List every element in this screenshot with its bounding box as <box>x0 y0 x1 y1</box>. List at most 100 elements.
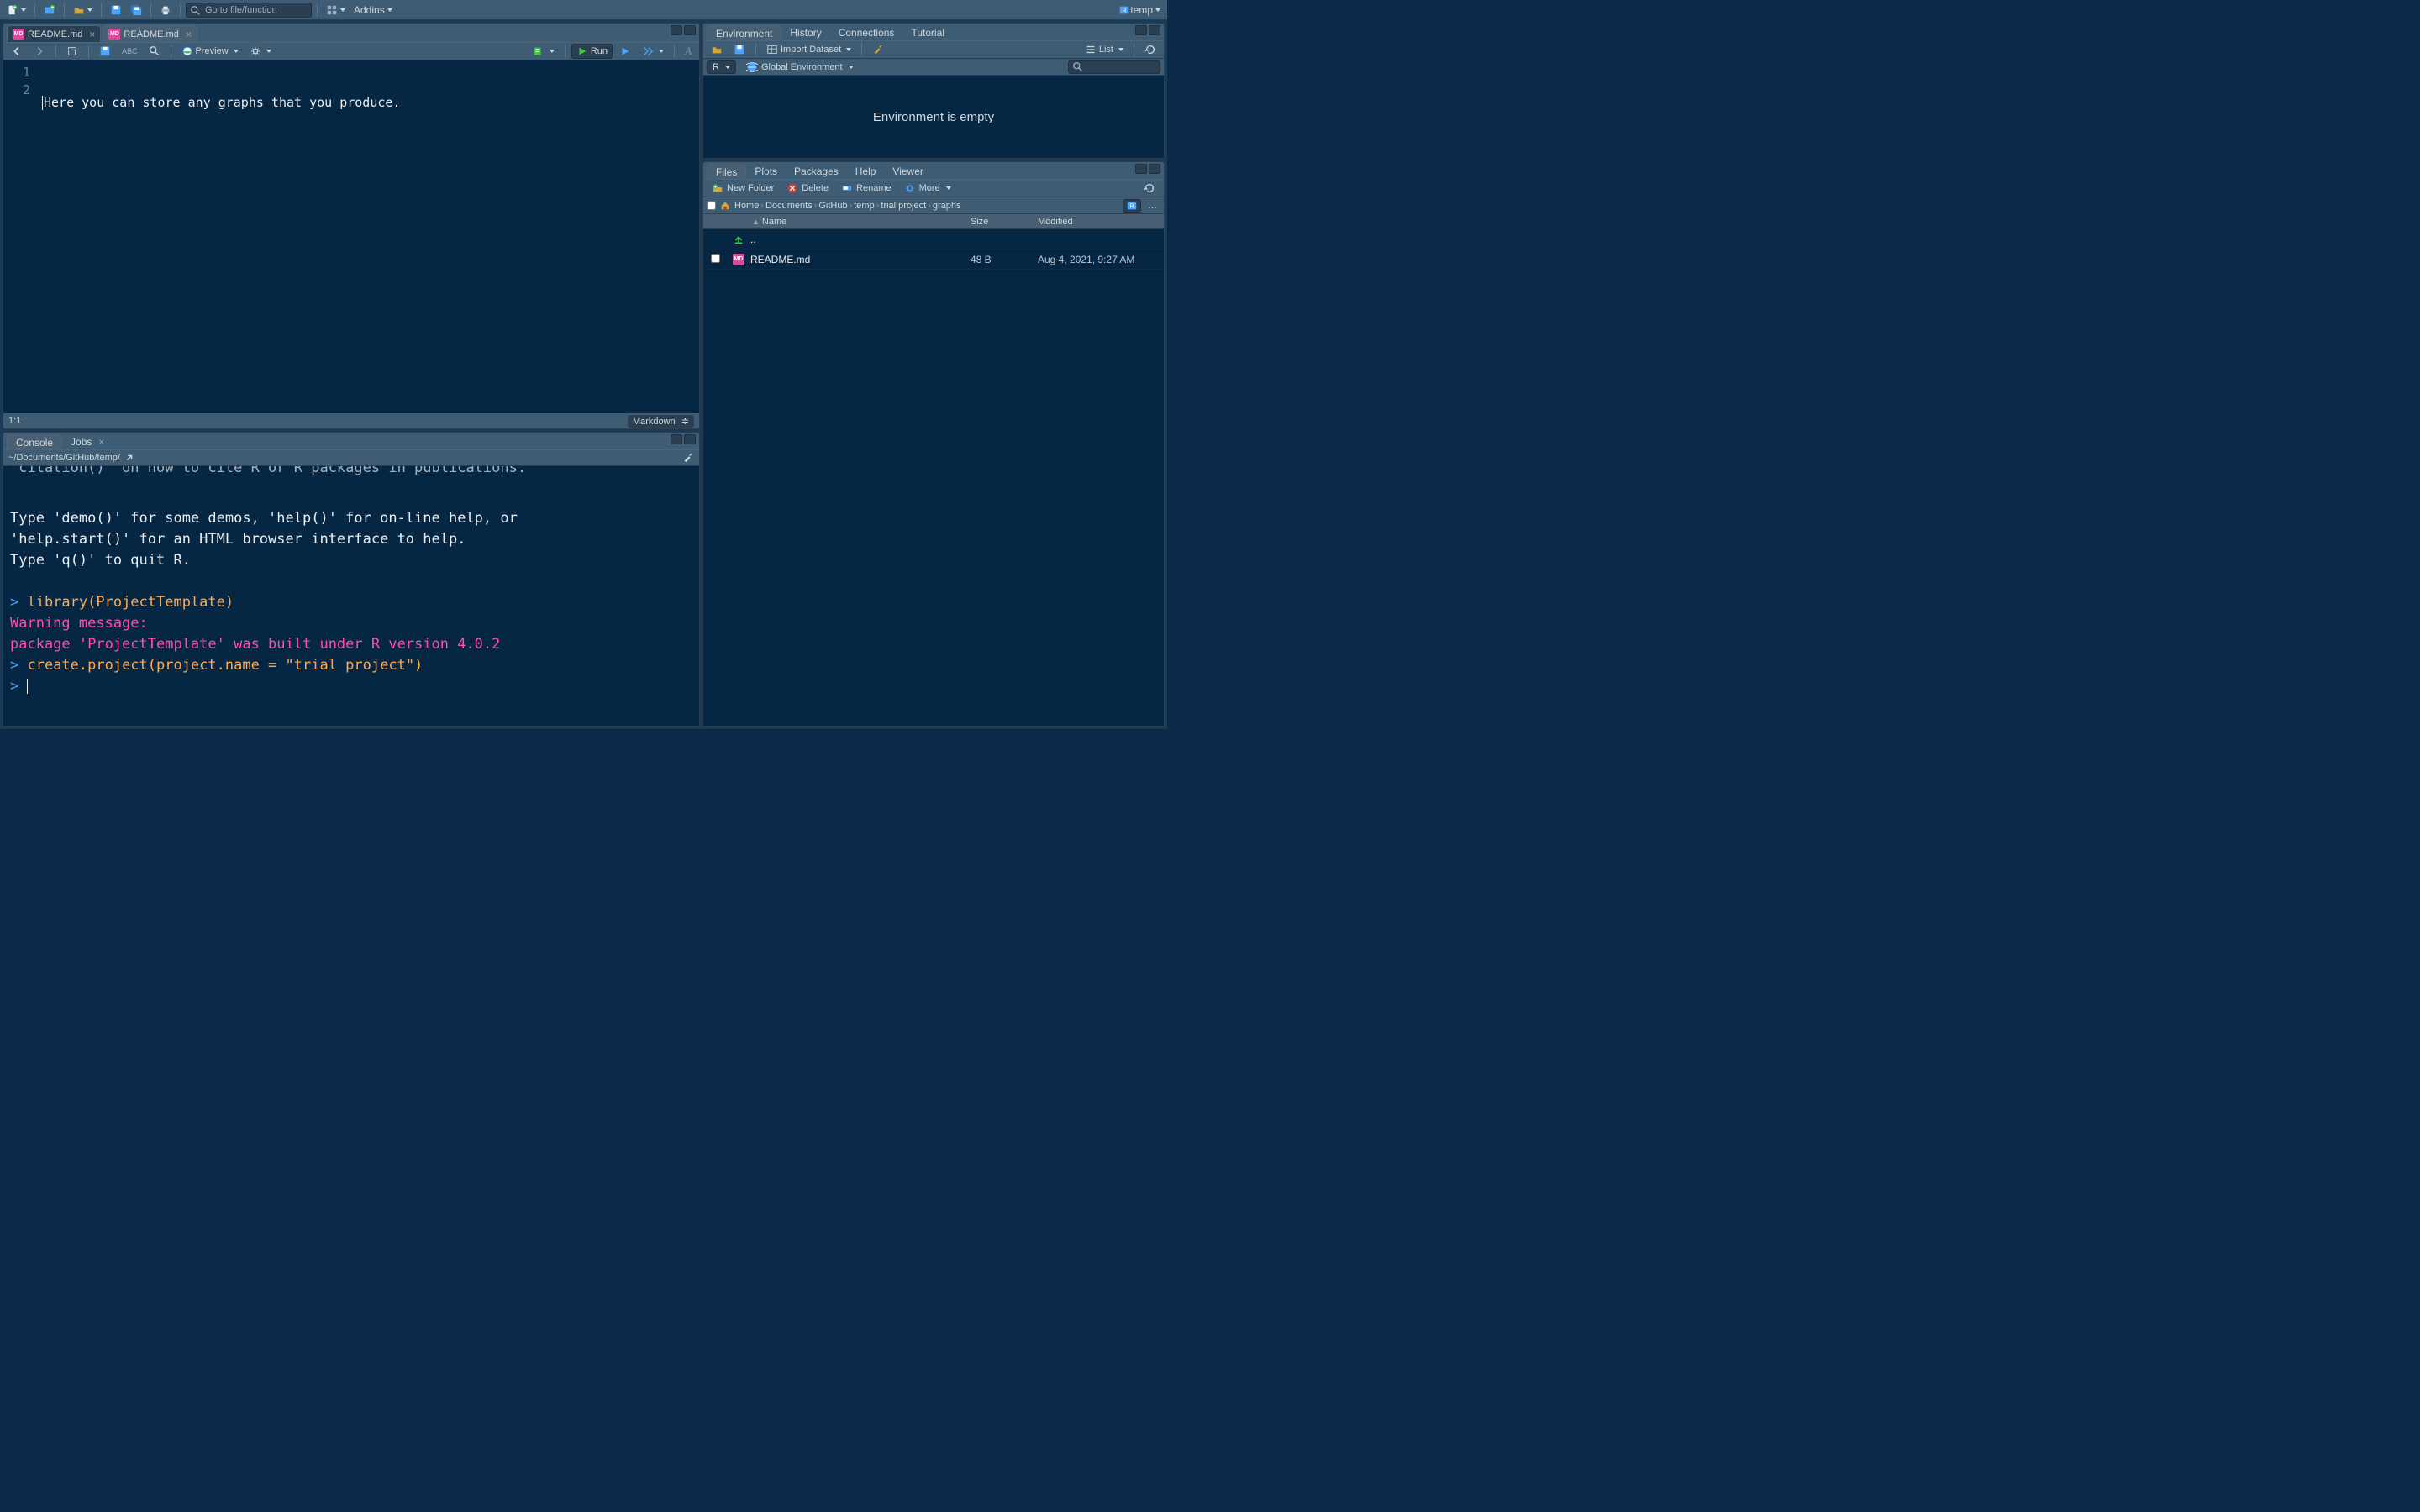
delete-icon <box>786 182 798 194</box>
table-icon <box>766 44 778 55</box>
nav-back-button[interactable] <box>7 44 27 59</box>
find-button[interactable] <box>145 44 165 59</box>
breadcrumb-seg[interactable]: GitHub <box>818 201 847 211</box>
pane-max-button[interactable] <box>1149 164 1160 174</box>
close-tab-icon[interactable]: × <box>186 29 192 40</box>
import-dataset-button[interactable]: Import Dataset <box>762 42 855 57</box>
pane-max-button[interactable] <box>684 434 696 444</box>
arrow-left-icon <box>11 45 23 57</box>
refresh-files-button[interactable] <box>1139 181 1160 196</box>
home-icon[interactable] <box>719 200 731 212</box>
preview-button[interactable]: Preview <box>177 44 243 59</box>
console-output[interactable]: 'citation()' on how to cite R or R packa… <box>3 466 699 726</box>
pane-min-button[interactable] <box>671 25 682 35</box>
show-in-new-button[interactable] <box>62 44 82 59</box>
tab-packages[interactable]: Packages <box>786 164 847 179</box>
language-selector[interactable]: Markdown ≑ <box>628 415 694 428</box>
source-tab-1[interactable]: MD README.md × <box>103 25 197 42</box>
save-source-button[interactable] <box>95 44 115 59</box>
refresh-icon <box>1144 44 1156 55</box>
code-area[interactable]: Here you can store any graphs that you p… <box>37 60 699 413</box>
editor[interactable]: 12 Here you can store any graphs that yo… <box>3 60 699 413</box>
file-checkbox[interactable] <box>711 254 720 263</box>
source-dropdown-button[interactable] <box>638 44 668 59</box>
outline-button[interactable]: A <box>681 44 696 59</box>
col-name[interactable]: ▲Name <box>750 217 971 227</box>
tab-connections[interactable]: Connections <box>830 25 903 40</box>
markdown-icon: MD <box>108 29 120 40</box>
new-file-button[interactable] <box>3 2 29 18</box>
print-button[interactable] <box>156 2 175 18</box>
files-more-button[interactable]: … <box>1144 198 1160 213</box>
save-all-button[interactable] <box>127 2 145 18</box>
rerun-icon <box>619 45 631 57</box>
file-row[interactable]: MDREADME.md48 BAug 4, 2021, 9:27 AM <box>703 249 1164 270</box>
project-menu[interactable]: R temp <box>1115 2 1164 18</box>
insert-chunk-button[interactable] <box>529 44 559 59</box>
rerun-button[interactable] <box>615 44 635 59</box>
new-folder-button[interactable]: New Folder <box>707 181 779 196</box>
file-name: .. <box>750 234 971 245</box>
source-tabs: MD README.md × MD README.md × <box>3 24 699 42</box>
breadcrumb-seg[interactable]: Documents <box>765 201 813 211</box>
tab-environment[interactable]: Environment <box>707 25 781 40</box>
save-workspace-button[interactable] <box>729 42 750 57</box>
rename-button[interactable]: Rename <box>836 181 897 196</box>
tab-history[interactable]: History <box>781 25 829 40</box>
select-all-checkbox[interactable] <box>707 201 716 210</box>
tab-plots[interactable]: Plots <box>746 164 786 179</box>
col-modified[interactable]: Modified <box>1038 217 1164 227</box>
knit-opts-button[interactable] <box>245 44 276 59</box>
more-button[interactable]: More <box>899 181 956 196</box>
tab-help[interactable]: Help <box>847 164 885 179</box>
env-search-input[interactable] <box>1068 60 1160 74</box>
pane-min-button[interactable] <box>671 434 682 444</box>
tab-console[interactable]: Console <box>7 434 62 449</box>
file-row-up[interactable]: .. <box>703 229 1164 249</box>
nav-fwd-button[interactable] <box>29 44 50 59</box>
clear-console-button[interactable] <box>682 452 694 464</box>
env-scope-select[interactable]: Global Environment <box>741 60 859 74</box>
spellcheck-button[interactable]: ABC <box>118 44 142 59</box>
clear-env-button[interactable] <box>868 42 888 57</box>
addins-menu[interactable]: Addins <box>350 2 396 18</box>
tab-tutorial[interactable]: Tutorial <box>902 25 953 40</box>
pane-max-button[interactable] <box>1149 25 1160 35</box>
close-tab-icon[interactable]: × <box>89 29 95 40</box>
refresh-icon <box>1144 182 1155 194</box>
goto-file-input[interactable]: Go to file/function <box>186 3 312 18</box>
close-tab-icon[interactable]: × <box>98 436 104 448</box>
console-popout-icon[interactable] <box>124 452 135 464</box>
breadcrumb-seg[interactable]: trial project <box>881 201 926 211</box>
line-gutter: 12 <box>3 60 37 413</box>
run-button[interactable]: Run <box>571 44 613 59</box>
breadcrumb-seg[interactable]: graphs <box>933 201 961 211</box>
save-button[interactable] <box>107 2 125 18</box>
new-project-button[interactable] <box>40 2 59 18</box>
search-icon <box>190 5 202 17</box>
delete-button[interactable]: Delete <box>781 181 834 196</box>
pane-min-button[interactable] <box>1135 164 1147 174</box>
pane-max-button[interactable] <box>684 25 696 35</box>
grid-button[interactable] <box>323 2 349 18</box>
grid-icon <box>326 4 338 16</box>
pane-min-button[interactable] <box>1135 25 1147 35</box>
refresh-env-button[interactable] <box>1140 42 1160 57</box>
breadcrumb-seg[interactable]: Home <box>734 201 759 211</box>
col-size[interactable]: Size <box>971 217 1038 227</box>
tab-jobs[interactable]: Jobs × <box>62 434 113 449</box>
source-run-icon <box>642 45 654 57</box>
load-workspace-button[interactable] <box>707 42 727 57</box>
files-project-badge[interactable]: R <box>1123 199 1141 213</box>
env-lang-select[interactable]: R <box>707 60 736 74</box>
source-tab-0[interactable]: MD README.md × <box>7 25 101 42</box>
popout-icon <box>66 45 78 57</box>
tab-viewer[interactable]: Viewer <box>884 164 931 179</box>
file-size: 48 B <box>971 254 1038 265</box>
open-file-button[interactable] <box>70 2 96 18</box>
rename-icon <box>841 182 853 194</box>
breadcrumb-seg[interactable]: temp <box>854 201 874 211</box>
files-list: .. MDREADME.md48 BAug 4, 2021, 9:27 AM <box>703 229 1164 726</box>
view-mode-button[interactable]: List <box>1081 42 1128 57</box>
tab-files[interactable]: Files <box>707 164 746 179</box>
